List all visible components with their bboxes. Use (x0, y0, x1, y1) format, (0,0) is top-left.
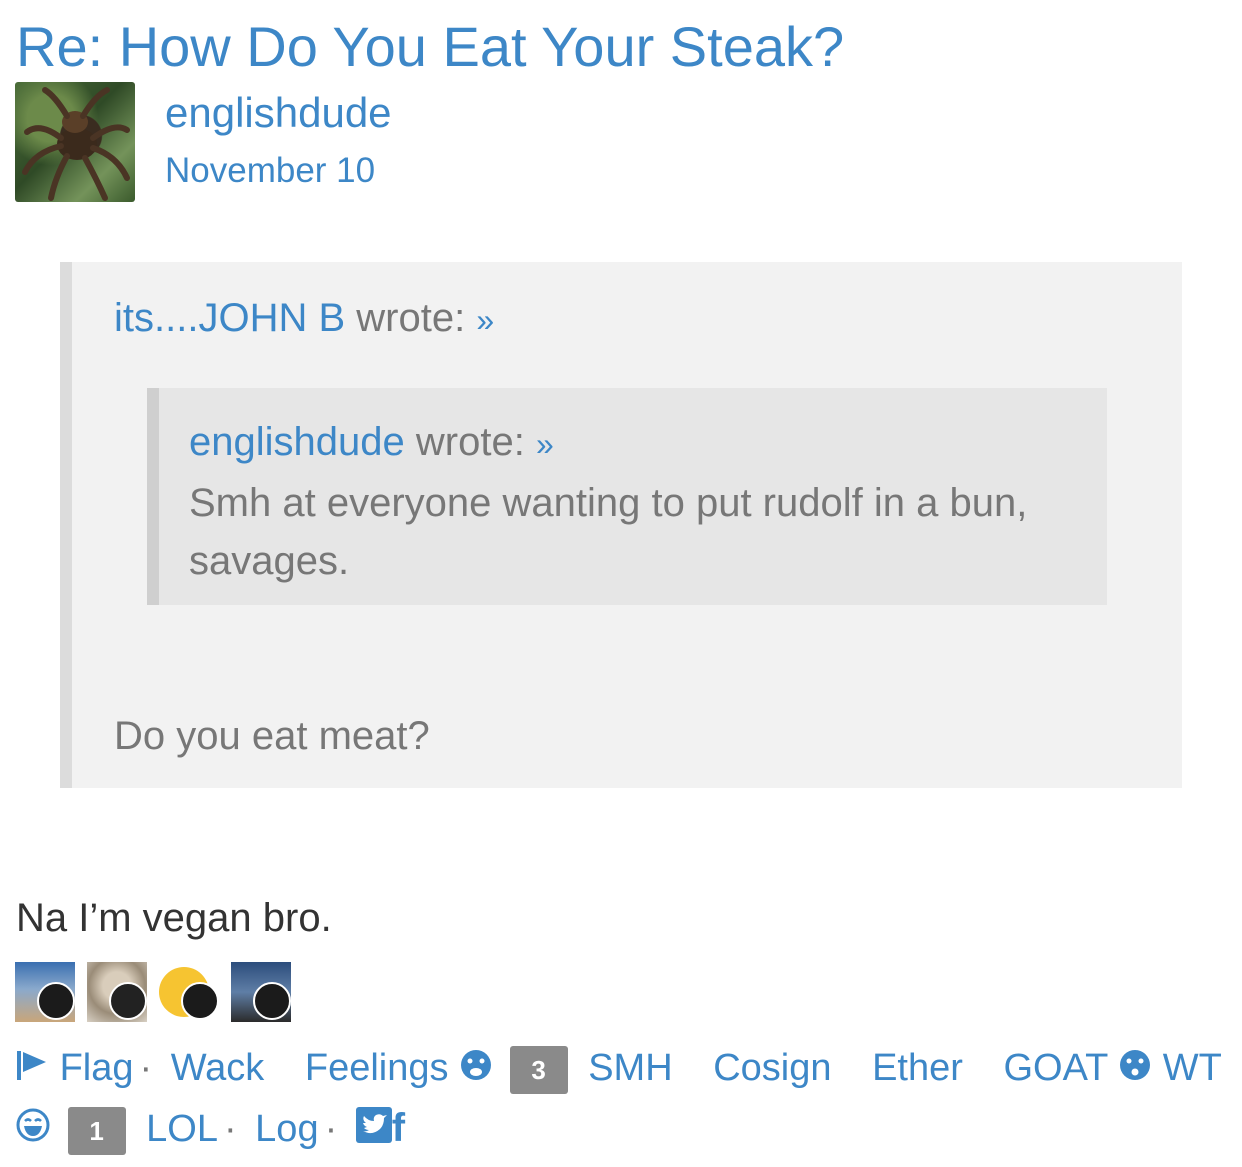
post-title[interactable]: Re: How Do You Eat Your Steak? (16, 14, 844, 80)
nested-quote-block: englishdude wrote: » Smh at everyone wan… (147, 388, 1107, 605)
facebook-icon[interactable]: f (392, 1106, 405, 1150)
quote-block: its....JOHN B wrote: » englishdude wrote… (60, 262, 1182, 788)
lol-count-badge: 1 (67, 1106, 126, 1155)
quote-text: Do you eat meat? (114, 714, 430, 758)
post-date[interactable]: November 10 (165, 150, 375, 192)
quote-wrote-label: wrote: (356, 296, 466, 340)
nested-quote-text: Smh at everyone wanting to put rudolf in… (189, 481, 1028, 583)
post-actions-row-2: 1 LOL · Log · f (15, 1103, 405, 1156)
angry-face-icon (37, 982, 75, 1020)
annoyed-face-icon (181, 982, 219, 1020)
crying-face-icon[interactable] (459, 1045, 493, 1095)
reactor-avatar[interactable] (231, 962, 291, 1022)
flag-link[interactable]: Flag (60, 1047, 134, 1089)
nested-quote-header: englishdude wrote: » (189, 418, 554, 468)
quote-author-link[interactable]: its....JOHN B (114, 296, 345, 340)
sad-face-icon (253, 982, 291, 1020)
twitter-icon[interactable] (355, 1106, 392, 1156)
reactor-avatar[interactable] (159, 962, 219, 1022)
nested-quote-author-link[interactable]: englishdude (189, 420, 405, 464)
feelings-count-badge: 3 (509, 1045, 568, 1094)
author-name[interactable]: englishdude (165, 88, 392, 138)
smh-link[interactable]: SMH (588, 1047, 672, 1089)
cosign-link[interactable]: Cosign (713, 1047, 831, 1089)
flag-icon[interactable] (15, 1045, 49, 1095)
reaction-avatars (15, 962, 315, 1022)
wack-link[interactable]: Wack (171, 1047, 265, 1089)
laughing-face-icon[interactable] (15, 1106, 51, 1156)
quote-header: its....JOHN B wrote: » (114, 294, 494, 344)
reactor-avatar[interactable] (87, 962, 147, 1022)
author-avatar[interactable] (15, 82, 135, 202)
lol-link[interactable]: LOL (146, 1108, 218, 1150)
reactor-avatar[interactable] (15, 962, 75, 1022)
neutral-face-icon (109, 982, 147, 1020)
wt-link[interactable]: WT (1163, 1047, 1222, 1089)
feelings-link[interactable]: Feelings (305, 1047, 449, 1089)
surprised-face-icon[interactable] (1118, 1045, 1152, 1095)
post-body: Na I’m vegan bro. (16, 896, 332, 940)
ether-link[interactable]: Ether (872, 1047, 963, 1089)
spider-avatar-image (22, 87, 130, 201)
quote-source-link[interactable]: » (476, 302, 494, 338)
nested-quote-wrote-label: wrote: (415, 420, 525, 464)
post-actions: Flag · Wack Feelings 3 SMH Cosign Ether G… (15, 1043, 1222, 1095)
goat-link[interactable]: GOAT (1003, 1047, 1107, 1089)
log-link[interactable]: Log (255, 1108, 318, 1150)
nested-quote-source-link[interactable]: » (536, 426, 554, 462)
